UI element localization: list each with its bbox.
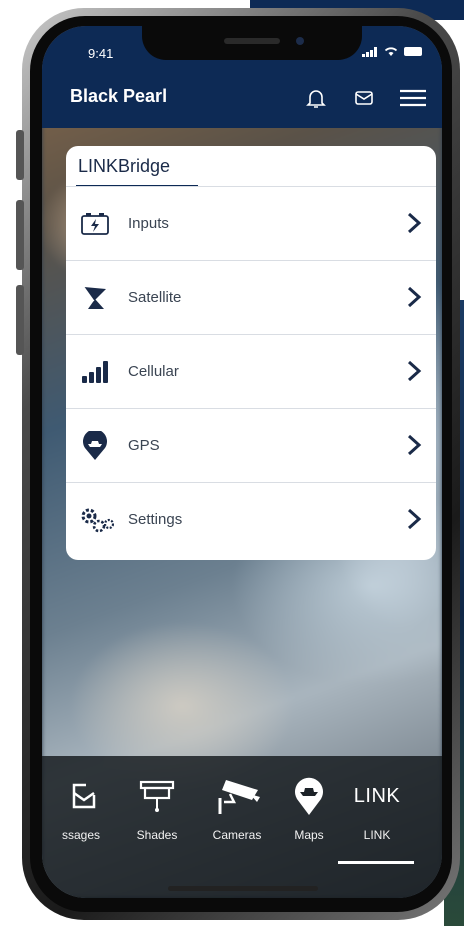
list-item-label: GPS	[128, 437, 160, 454]
tab-messages[interactable]: ssages	[46, 776, 116, 842]
wifi-icon	[384, 47, 398, 56]
chevron-right-icon	[407, 286, 422, 308]
chevron-right-icon	[407, 360, 422, 382]
tab-maps[interactable]: Maps	[274, 776, 344, 842]
satellite-dish-icon	[83, 286, 106, 309]
volume-down-button	[16, 285, 24, 355]
list-item-label: Cellular	[128, 363, 179, 380]
card-title: LINKBridge	[78, 156, 171, 176]
gears-icon	[81, 508, 114, 533]
list-item-satellite[interactable]: Satellite	[66, 260, 436, 335]
list-item-gps[interactable]: GPS	[66, 408, 436, 483]
home-indicator	[168, 886, 318, 891]
mail-icon[interactable]	[352, 86, 376, 110]
tab-label: LINK	[363, 828, 391, 842]
location-pin-boat-icon	[83, 431, 107, 460]
list-item-label: Satellite	[128, 289, 182, 306]
screen: 9:41 Black Pearl LINKBridge Inputs Satel…	[42, 26, 442, 898]
chevron-right-icon	[407, 212, 422, 234]
linkbridge-card: LINKBridge Inputs Satellite Cellular GPS…	[66, 146, 436, 560]
tab-cameras[interactable]: Cameras	[202, 776, 272, 842]
envelope-icon	[72, 783, 96, 809]
tab-label: Maps	[294, 828, 324, 842]
list-item-cellular[interactable]: Cellular	[66, 334, 436, 409]
battery-charge-icon	[81, 213, 109, 235]
list-item-settings[interactable]: Settings	[66, 482, 436, 557]
volume-up-button	[16, 200, 24, 270]
active-tab-indicator	[338, 861, 414, 864]
tab-link[interactable]: LINK LINK	[342, 776, 412, 843]
camera-icon	[218, 780, 260, 814]
tab-link-title: LINK	[353, 784, 401, 807]
signal-bars-icon	[82, 361, 108, 383]
tab-label: Cameras	[212, 828, 262, 842]
chevron-right-icon	[407, 434, 422, 456]
status-icons	[362, 46, 422, 57]
shade-icon	[139, 780, 175, 812]
tab-shades[interactable]: Shades	[122, 776, 192, 842]
tab-label: ssages	[61, 828, 101, 842]
map-pin-icon	[295, 777, 323, 815]
mute-switch	[16, 130, 24, 180]
list-item-label: Settings	[128, 511, 183, 528]
tab-label: Shades	[136, 828, 178, 842]
status-time: 9:41	[88, 46, 114, 61]
battery-icon	[404, 47, 422, 56]
chevron-right-icon	[407, 508, 422, 530]
list-item-inputs[interactable]: Inputs	[66, 186, 436, 261]
menu-icon[interactable]	[398, 86, 428, 110]
cell-signal-icon	[362, 46, 377, 57]
bell-icon[interactable]	[304, 86, 328, 110]
list-item-label: Inputs	[128, 215, 169, 232]
page-title: Black Pearl	[70, 86, 168, 106]
